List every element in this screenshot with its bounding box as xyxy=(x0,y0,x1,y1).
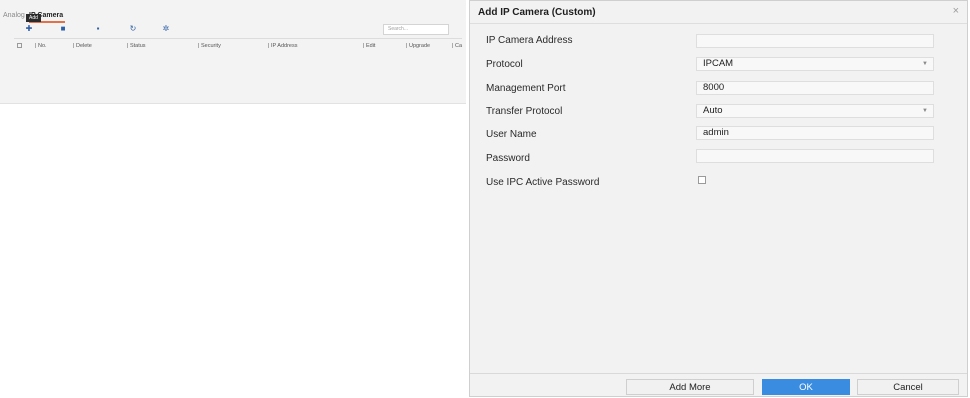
use-ipc-active-password-label: Use IPC Active Password xyxy=(486,177,600,188)
add-more-button[interactable]: Add More xyxy=(626,379,754,395)
password-field[interactable] xyxy=(696,149,934,163)
add-tooltip: Add xyxy=(26,14,41,22)
footer-divider xyxy=(470,373,967,374)
title-divider xyxy=(470,23,967,24)
camera-list-window: Analog IP Camera Add ✚ ■ ▪ ↻ ✲ Search...… xyxy=(0,0,466,104)
column-header: | No. xyxy=(35,43,47,49)
select-all-checkbox[interactable] xyxy=(17,43,22,48)
transfer-protocol-label: Transfer Protocol xyxy=(486,106,563,117)
column-header: | Edit xyxy=(363,43,376,49)
transfer-protocol-value: Auto xyxy=(703,105,723,116)
ip-camera-address-field[interactable] xyxy=(696,34,934,48)
column-header: | IP Address xyxy=(268,43,298,49)
close-icon[interactable]: × xyxy=(953,5,959,17)
dialog-title: Add IP Camera (Custom) xyxy=(478,7,596,18)
cancel-button[interactable]: Cancel xyxy=(857,379,959,395)
transfer-protocol-select[interactable]: Auto ▼ xyxy=(696,104,934,118)
tab-analog[interactable]: Analog xyxy=(3,12,25,19)
toolbar-divider xyxy=(14,38,462,39)
chevron-down-icon: ▼ xyxy=(922,108,928,114)
column-header: | Delete xyxy=(73,43,92,49)
settings-icon[interactable]: ✲ xyxy=(161,25,171,33)
protocol-select[interactable]: IPCAM ▼ xyxy=(696,57,934,71)
column-header: | Upgrade xyxy=(406,43,431,49)
ip-camera-address-label: IP Camera Address xyxy=(486,35,573,46)
column-header: | Status xyxy=(127,43,146,49)
use-ipc-active-password-checkbox[interactable] xyxy=(698,176,706,184)
protocol-label: Protocol xyxy=(486,59,523,70)
chevron-down-icon: ▼ xyxy=(922,61,928,67)
list-icon[interactable]: ▪ xyxy=(93,25,103,33)
refresh-icon[interactable]: ↻ xyxy=(128,25,138,33)
add-ip-camera-dialog: Add IP Camera (Custom) × IP Camera Addre… xyxy=(469,0,968,397)
user-name-field[interactable]: admin xyxy=(696,126,934,140)
management-port-field[interactable]: 8000 xyxy=(696,81,934,95)
search-input[interactable]: Search... xyxy=(383,24,449,35)
ok-button[interactable]: OK xyxy=(762,379,850,395)
password-label: Password xyxy=(486,153,530,164)
user-name-label: User Name xyxy=(486,129,537,140)
tab-bar: Analog IP Camera xyxy=(0,8,466,23)
management-port-label: Management Port xyxy=(486,83,566,94)
column-header: | Security xyxy=(198,43,221,49)
delete-icon[interactable]: ■ xyxy=(58,25,68,33)
add-icon[interactable]: ✚ xyxy=(24,25,34,33)
column-header: | Ca xyxy=(452,43,462,49)
table-header: | No. | Delete | Status | Security | IP … xyxy=(0,41,466,51)
protocol-value: IPCAM xyxy=(703,58,734,69)
